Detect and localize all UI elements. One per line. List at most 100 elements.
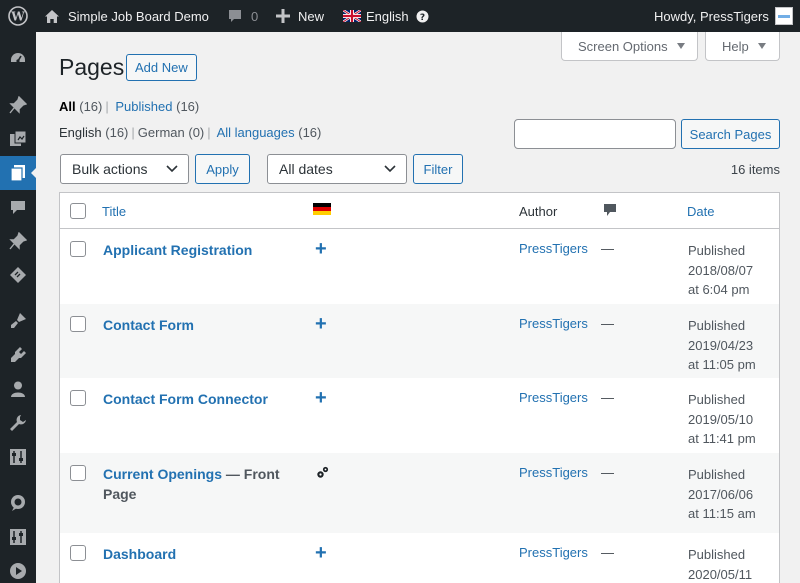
howdy-text: Howdy, PressTigers xyxy=(654,8,769,24)
gear-icon[interactable] xyxy=(316,466,329,479)
menu-plugins[interactable] xyxy=(0,338,36,372)
language-switcher[interactable]: English ? xyxy=(343,0,429,32)
site-name-link[interactable]: Simple Job Board Demo xyxy=(44,0,209,32)
menu-collapse[interactable] xyxy=(0,554,36,583)
row-time: at 6:04 pm xyxy=(688,282,750,297)
screen-options-button[interactable]: Screen Options xyxy=(561,32,698,61)
column-date-header[interactable]: Date xyxy=(687,204,714,219)
row-checkbox[interactable] xyxy=(70,545,86,561)
help-button[interactable]: Help xyxy=(705,32,780,61)
add-new-button[interactable]: Add New xyxy=(126,54,197,81)
menu-job-board-settings[interactable] xyxy=(0,520,36,554)
row-date-cell: Published 2019/04/23 at 11:05 pm xyxy=(688,316,778,375)
filter-all[interactable]: All (16) xyxy=(59,99,102,114)
menu-tools[interactable] xyxy=(0,406,36,440)
filter-all-languages[interactable]: All languages (16) xyxy=(217,125,322,140)
menu-appearance[interactable] xyxy=(0,304,36,338)
select-all-checkbox[interactable] xyxy=(70,203,86,219)
menu-settings[interactable] xyxy=(0,440,36,474)
row-date: 2019/05/10 xyxy=(688,411,754,427)
comments-count: 0 xyxy=(251,8,259,24)
row-time: at 11:05 pm xyxy=(688,357,756,372)
status-filter-links: All (16) | Published (16) xyxy=(59,99,200,114)
dashboard-icon xyxy=(11,53,25,63)
row-date-cell: Published 2018/08/07 at 6:04 pm xyxy=(688,241,778,300)
comments-link[interactable]: 0 xyxy=(227,0,258,32)
row-date: 2017/06/06 xyxy=(688,486,754,502)
column-author-header: Author xyxy=(519,204,558,219)
menu-comments[interactable] xyxy=(0,190,36,224)
row-status: Published xyxy=(688,467,746,482)
menu-pages[interactable] xyxy=(0,156,37,190)
row-author-link[interactable]: PressTigers xyxy=(519,316,588,331)
search-pages-button[interactable]: Search Pages xyxy=(681,119,780,149)
menu-posts[interactable] xyxy=(0,88,36,122)
help-circle-icon: ? xyxy=(416,10,429,23)
filter-button[interactable]: Filter xyxy=(413,154,463,184)
filter-english[interactable]: English (16) xyxy=(59,125,128,140)
wordpress-logo-icon[interactable]: W xyxy=(8,0,28,32)
row-checkbox[interactable] xyxy=(70,316,86,332)
pushpin-icon xyxy=(9,232,27,250)
pages-icon xyxy=(10,165,25,182)
menu-tickets[interactable] xyxy=(0,258,36,292)
row-author-link[interactable]: PressTigers xyxy=(519,241,588,256)
comment-icon xyxy=(229,10,241,22)
filter-german[interactable]: German (0) xyxy=(138,125,204,140)
row-checkbox[interactable] xyxy=(70,390,86,406)
translate-icon xyxy=(11,495,25,511)
table-header: Title Author Date xyxy=(60,193,779,229)
add-translation-icon[interactable]: + xyxy=(315,543,327,563)
row-title-link[interactable]: Contact Form Connector xyxy=(103,391,268,407)
new-label: New xyxy=(298,8,325,24)
row-checkbox[interactable] xyxy=(70,241,86,257)
row-checkbox[interactable] xyxy=(70,465,86,481)
row-title-cell: Current Openings — Front Page xyxy=(103,464,293,504)
settings-sliders-icon xyxy=(10,449,26,465)
my-account-link[interactable]: Howdy, PressTigers xyxy=(654,0,793,32)
add-translation-icon[interactable]: + xyxy=(315,314,327,334)
svg-text:?: ? xyxy=(420,13,425,23)
add-translation-icon[interactable]: + xyxy=(315,239,327,259)
row-title-link[interactable]: Applicant Registration xyxy=(103,242,252,258)
add-translation-icon[interactable]: + xyxy=(315,388,327,408)
row-title-link[interactable]: Contact Form xyxy=(103,317,194,333)
row-title-cell: Applicant Registration xyxy=(103,240,293,260)
language-filter-links: English (16) | German (0) | All languages (… xyxy=(59,125,322,140)
row-title-link[interactable]: Dashboard xyxy=(103,546,176,562)
row-status: Published xyxy=(688,318,746,333)
row-title-cell: Contact Form Connector xyxy=(103,389,293,409)
language-label: English xyxy=(366,8,409,24)
search-input[interactable] xyxy=(514,119,676,149)
filter-published[interactable]: Published (16) xyxy=(115,99,199,114)
menu-media[interactable] xyxy=(0,122,36,156)
menu-users[interactable] xyxy=(0,372,36,406)
row-comments: — xyxy=(601,390,614,405)
menu-dashboard[interactable] xyxy=(0,42,36,76)
row-title-link[interactable]: Current Openings xyxy=(103,466,222,482)
row-author-link[interactable]: PressTigers xyxy=(519,390,588,405)
page-state: — Front xyxy=(225,466,280,482)
table-row: Dashboard + PressTigers — Published 2020/05/1… xyxy=(60,533,779,583)
apply-button[interactable]: Apply xyxy=(195,154,250,184)
settings-sliders-icon xyxy=(10,529,26,545)
menu-jobs[interactable] xyxy=(0,224,36,258)
bulk-actions-value: Bulk actions xyxy=(72,161,148,177)
menu-language[interactable] xyxy=(0,486,36,520)
row-date-cell: Published 2017/06/06 at 11:15 am xyxy=(688,465,778,524)
items-count: 16 items xyxy=(730,162,780,177)
row-author-link[interactable]: PressTigers xyxy=(519,465,588,480)
bulk-actions-select[interactable]: Bulk actions xyxy=(60,154,189,184)
row-status: Published xyxy=(688,243,746,258)
paintbrush-icon xyxy=(11,313,26,328)
table-row: Current Openings — Front Page PressTigers —… xyxy=(60,453,779,533)
caret-down-icon xyxy=(676,43,685,49)
row-date: 2018/08/07 xyxy=(688,262,754,278)
svg-text:W: W xyxy=(10,10,25,24)
home-icon xyxy=(45,9,59,23)
new-content-link[interactable]: New xyxy=(276,0,324,32)
dates-select[interactable]: All dates xyxy=(267,154,407,184)
table-row: Applicant Registration + PressTigers — Publi… xyxy=(60,229,779,304)
column-title-header[interactable]: Title xyxy=(102,204,126,219)
row-author-link[interactable]: PressTigers xyxy=(519,545,588,560)
